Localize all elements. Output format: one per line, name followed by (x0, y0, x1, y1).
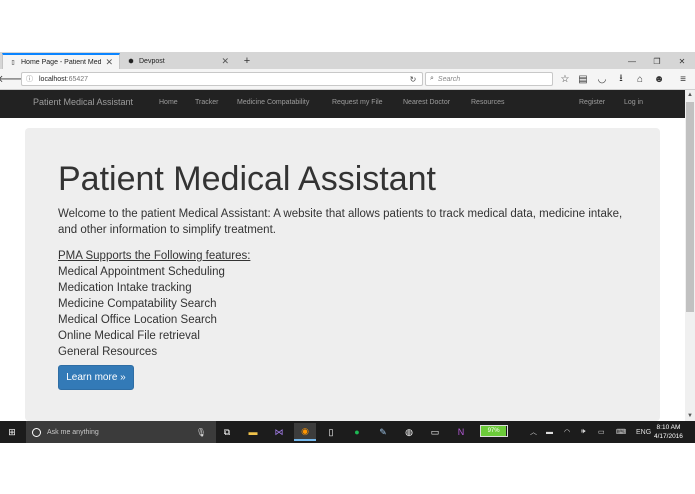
cortana-search-input[interactable]: Ask me anything 🎙 (26, 421, 216, 443)
visual-studio-icon[interactable]: ⋈ (268, 423, 290, 441)
list-item: Medicine Compatability Search (58, 298, 217, 310)
clock-date: 4/17/2016 (654, 433, 683, 440)
emoji-icon[interactable]: ☻ (651, 70, 667, 88)
learn-more-button[interactable]: Learn more » (58, 365, 134, 390)
back-icon[interactable]: 🡐 (0, 70, 24, 88)
windows-start-icon[interactable]: ⊞ (4, 425, 20, 439)
lead-text: Welcome to the patient Medical Assistant… (58, 208, 623, 236)
scrollbar-thumb[interactable] (686, 102, 694, 312)
page-title: Patient Medical Assistant (58, 160, 436, 198)
restore-icon[interactable]: ❐ (645, 53, 669, 69)
file-explorer-icon[interactable]: ▬ (242, 423, 264, 441)
url-bar[interactable]: ⓘ localhost:65427 (21, 72, 423, 86)
battery-icon[interactable]: ▬ (546, 425, 553, 439)
task-view-icon[interactable]: ⧉ (216, 423, 238, 441)
cortana-icon (32, 427, 41, 437)
features-heading: PMA Supports the Following features: (58, 250, 251, 262)
nav-register[interactable]: Register (579, 99, 605, 106)
close-icon[interactable]: ✕ (105, 57, 113, 68)
url-port: :65427 (66, 75, 89, 83)
list-item: General Resources (58, 346, 158, 358)
close-window-icon[interactable]: ✕ (670, 53, 694, 69)
cortana-placeholder: Ask me anything (47, 428, 99, 436)
notepad-icon[interactable]: ▯ (320, 423, 342, 441)
nav-nearest-doctor[interactable]: Nearest Doctor (403, 99, 450, 106)
list-item: Medical Office Location Search (58, 314, 217, 326)
tab-title: Devpost (139, 57, 165, 65)
nav-medicine-compatability[interactable]: Medicine Compatability (237, 99, 309, 106)
nav-log-in[interactable]: Log in (624, 99, 643, 106)
url-host: localhost (39, 75, 67, 83)
list-item: Medical Appointment Scheduling (58, 266, 225, 278)
bookmark-star-icon[interactable]: ☆ (557, 70, 573, 88)
close-icon[interactable]: ✕ (221, 56, 229, 67)
tab-home-page[interactable]: ▯ Home Page - Patient Med... ✕ (2, 53, 120, 69)
battery-indicator[interactable]: 97% (480, 425, 508, 437)
notifications-icon[interactable]: ▭ (598, 425, 605, 439)
info-icon: ⓘ (26, 76, 33, 83)
devpost-icon: ⬢ (128, 58, 134, 65)
reload-icon[interactable]: ↻ (407, 72, 419, 86)
paint-icon[interactable]: ✎ (372, 423, 394, 441)
firefox-icon[interactable]: ◉ (294, 423, 316, 441)
bottom-margin (0, 443, 695, 494)
top-margin (0, 0, 695, 52)
battery-level: 97% (481, 426, 507, 436)
search-input[interactable]: ⌕ Search (425, 72, 553, 86)
microphone-icon[interactable]: 🎙 (196, 428, 206, 437)
download-icon[interactable]: ⭳ (613, 70, 629, 88)
nav-tracker[interactable]: Tracker (195, 99, 218, 106)
scroll-up-icon[interactable]: ▲ (685, 90, 695, 100)
list-item: Online Medical File retrieval (58, 330, 200, 342)
tab-title: Home Page - Patient Med... (21, 58, 102, 66)
page-icon: ▯ (11, 59, 15, 66)
navbar-brand[interactable]: Patient Medical Assistant (33, 97, 133, 107)
volume-icon[interactable]: 🕪 (581, 425, 585, 439)
minimize-icon[interactable]: — (620, 53, 644, 69)
pocket-icon[interactable]: ◡ (594, 70, 610, 88)
search-placeholder: Search (437, 75, 461, 83)
features-list: PMA Supports the Following features: Med… (58, 248, 250, 360)
new-tab-button[interactable]: + (240, 53, 254, 69)
nav-resources[interactable]: Resources (471, 99, 504, 106)
clipboard-icon[interactable]: ▤ (575, 70, 591, 88)
keyboard-icon[interactable]: ⌨ (616, 425, 626, 439)
wifi-icon[interactable]: ◠ (564, 425, 570, 439)
spotify-icon[interactable]: ● (346, 423, 368, 441)
scroll-down-icon[interactable]: ▼ (685, 411, 695, 421)
clock[interactable]: 8:10 AM 4/17/2016 (654, 423, 683, 441)
menu-icon[interactable]: ≡ (675, 70, 691, 88)
nav-request-my-file[interactable]: Request my File (332, 99, 383, 106)
page-scrollbar[interactable]: ▲ ▼ (685, 90, 695, 421)
nav-home[interactable]: Home (159, 99, 178, 106)
list-item: Medication Intake tracking (58, 282, 192, 294)
language-indicator[interactable]: ENG (636, 425, 651, 439)
home-icon[interactable]: ⌂ (632, 70, 648, 88)
onenote-icon[interactable]: N (450, 423, 472, 441)
clock-time: 8:10 AM (656, 424, 681, 431)
github-icon[interactable]: ◍ (398, 423, 420, 441)
terminal-icon[interactable]: ▭ (424, 423, 446, 441)
tab-devpost[interactable]: ⬢ Devpost ✕ (121, 53, 235, 69)
search-icon: ⌕ (430, 75, 434, 82)
show-hidden-icons-icon[interactable]: ︿ (530, 425, 537, 439)
